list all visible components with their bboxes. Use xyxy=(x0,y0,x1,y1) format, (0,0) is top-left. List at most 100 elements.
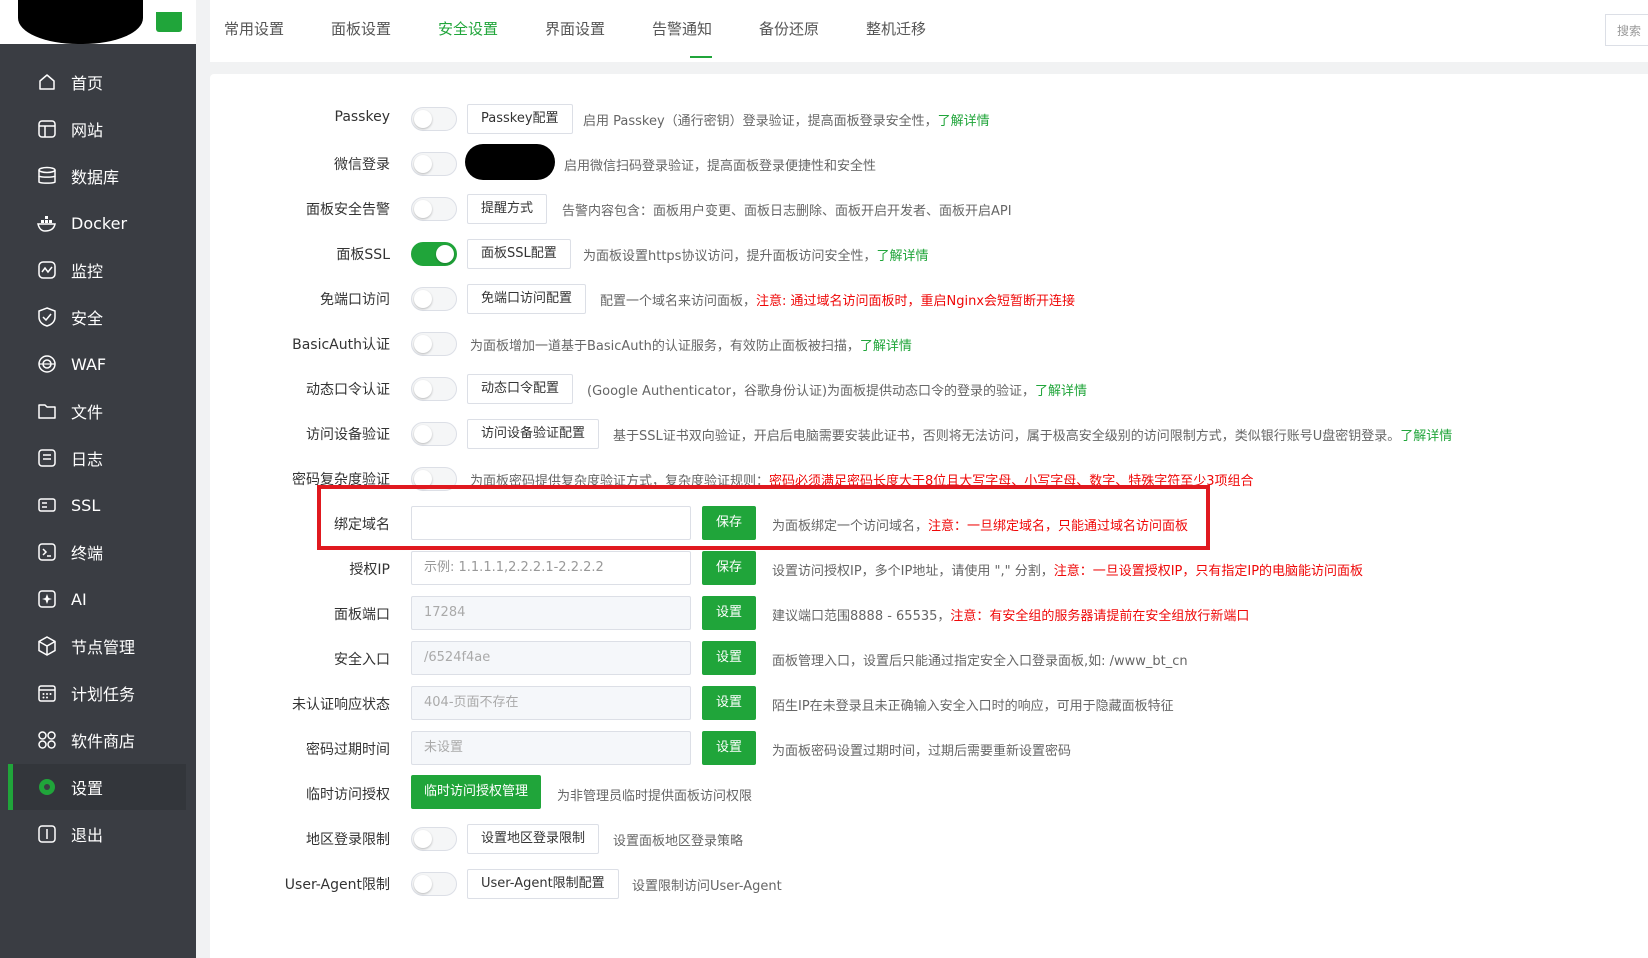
security-entry-input[interactable]: /6524f4ae xyxy=(411,641,691,675)
sidebar-item-store[interactable]: 软件商店 xyxy=(8,717,186,763)
unauth-response-label: 未认证响应状态 xyxy=(292,697,390,713)
top-bar: 常用设置 面板设置 安全设置 界面设置 告警通知 备份还原 整机迁移 搜索 xyxy=(196,0,1648,62)
security-settings-panel: Passkey Passkey配置 启用 Passkey（通行密钥）登录验证，提… xyxy=(210,74,1648,958)
port-desc-text: 建议端口范围8888 - 65535， xyxy=(772,609,951,624)
authorized-ip-description: 设置访问授权IP，多个IP地址，请使用 "," 分割，注意：一旦设置授权IP，只… xyxy=(772,560,1363,579)
sidebar-item-logout[interactable]: 退出 xyxy=(8,811,186,857)
totp-config-button[interactable]: 动态口令配置 xyxy=(467,374,574,404)
region-limit-description: 设置面板地区登录策略 xyxy=(613,834,744,849)
password-expire-input[interactable]: 未设置 xyxy=(411,731,691,765)
sidebar-item-label: 安全 xyxy=(71,309,104,328)
user-agent-limit-toggle[interactable] xyxy=(411,872,457,896)
tab-common-settings[interactable]: 常用设置 xyxy=(224,18,284,39)
home-icon xyxy=(36,71,58,93)
sidebar-item-label: WAF xyxy=(71,354,107,374)
passkey-toggle[interactable] xyxy=(411,107,457,131)
user-agent-config-button[interactable]: User-Agent限制配置 xyxy=(467,869,619,899)
device-verify-config-button[interactable]: 访问设备验证配置 xyxy=(467,419,600,449)
redacted-wechat-button[interactable] xyxy=(465,144,555,180)
panel-ssl-toggle[interactable] xyxy=(411,242,457,266)
sidebar-item-label: 日志 xyxy=(71,450,104,469)
region-limit-config-button[interactable]: 设置地区登录限制 xyxy=(467,824,600,854)
authorized-ip-save-button[interactable]: 保存 xyxy=(702,551,756,585)
sidebar-item-home[interactable]: 首页 xyxy=(8,59,186,105)
panel-ssl-config-button[interactable]: 面板SSL配置 xyxy=(467,239,571,269)
sidebar-item-terminal[interactable]: 终端 xyxy=(8,529,186,575)
passkey-learn-more-link[interactable]: 了解详情 xyxy=(938,114,990,129)
passkey-config-button[interactable]: Passkey配置 xyxy=(467,104,573,134)
totp-toggle[interactable] xyxy=(411,377,457,401)
unauth-response-input[interactable]: 404-页面不存在 xyxy=(411,686,691,720)
unauth-response-set-button[interactable]: 设置 xyxy=(702,686,756,720)
basicauth-toggle[interactable] xyxy=(411,332,457,356)
sidebar: 首页网站数据库 Docker 监控安全 WAF 文件日志 SSL 终端 AI 节点管理 计划任务软… xyxy=(0,0,196,958)
tab-backup-restore[interactable]: 备份还原 xyxy=(759,18,819,39)
sidebar-item-log[interactable]: 日志 xyxy=(8,435,186,481)
port-warning-text: 注意：有安全组的服务器请提前在安全组放行新端口 xyxy=(950,609,1250,624)
log-icon xyxy=(36,447,58,469)
basicauth-description: 为面板增加一道基于BasicAuth的认证服务，有效防止面板被扫描，了解详情 xyxy=(470,335,912,354)
sidebar-item-folder[interactable]: 文件 xyxy=(8,388,186,434)
sidebar-item-docker[interactable]: Docker xyxy=(8,200,186,246)
sidebar-item-label: 网站 xyxy=(71,121,104,140)
password-expire-label: 密码过期时间 xyxy=(306,742,390,758)
tab-ui-settings[interactable]: 界面设置 xyxy=(545,18,605,39)
active-tab-indicator xyxy=(690,56,712,58)
sidebar-item-settings[interactable]: 设置 xyxy=(8,764,186,810)
portless-access-toggle[interactable] xyxy=(411,287,457,311)
user-agent-description: 设置限制访问User-Agent xyxy=(632,879,782,894)
authorized-ip-input[interactable]: 示例: 1.1.1.1,2.2.2.1-2.2.2.2 xyxy=(411,551,691,585)
sidebar-item-calendar[interactable]: 计划任务 xyxy=(8,670,186,716)
portless-access-label: 免端口访问 xyxy=(320,292,390,308)
tab-panel-settings[interactable]: 面板设置 xyxy=(331,18,391,39)
password-expire-description: 为面板密码设置过期时间，过期后需要重新设置密码 xyxy=(772,744,1072,759)
sidebar-item-monitor[interactable]: 监控 xyxy=(8,247,186,293)
alarm-description: 告警内容包含：面板用户变更、面板日志删除、面板开启开发者、面板开启API xyxy=(562,204,1012,219)
portless-access-config-button[interactable]: 免端口访问配置 xyxy=(467,284,587,314)
password-expire-set-button[interactable]: 设置 xyxy=(702,731,756,765)
sidebar-item-website[interactable]: 网站 xyxy=(8,106,186,152)
basicauth-label: BasicAuth认证 xyxy=(292,337,390,353)
panel-port-input[interactable]: 17284 xyxy=(411,596,691,630)
sidebar-item-node[interactable]: 节点管理 xyxy=(8,623,186,669)
device-learn-more-link[interactable]: 了解详情 xyxy=(1400,429,1452,444)
sidebar-item-ai[interactable]: AI xyxy=(8,576,186,622)
sidebar-item-label: AI xyxy=(71,589,87,609)
passkey-label: Passkey xyxy=(334,109,391,125)
wechat-login-toggle[interactable] xyxy=(411,152,457,176)
wechat-description: 启用微信扫码登录验证，提高面板登录便捷性和安全性 xyxy=(564,159,877,174)
basicauth-learn-more-link[interactable]: 了解详情 xyxy=(860,339,912,354)
security-entry-set-button[interactable]: 设置 xyxy=(702,641,756,675)
sidebar-item-database[interactable]: 数据库 xyxy=(8,153,186,199)
search-input[interactable]: 搜索 xyxy=(1605,14,1648,46)
portless-description: 配置一个域名来访问面板，注意: 通过域名访问面板时，重启Nginx会短暂断开连接 xyxy=(600,290,1075,309)
tab-alert-notification[interactable]: 告警通知 xyxy=(652,18,712,39)
device-verify-toggle[interactable] xyxy=(411,422,457,446)
tab-machine-migration[interactable]: 整机迁移 xyxy=(866,18,926,39)
sidebar-item-waf[interactable]: WAF xyxy=(8,341,186,387)
highlight-annotation-box xyxy=(317,485,1210,550)
alarm-method-button[interactable]: 提醒方式 xyxy=(467,194,548,224)
database-icon xyxy=(36,165,58,187)
security-alarm-toggle[interactable] xyxy=(411,197,457,221)
region-limit-toggle[interactable] xyxy=(411,827,457,851)
redacted-logo xyxy=(18,0,143,44)
sidebar-item-ssl[interactable]: SSL xyxy=(8,482,186,528)
security-entry-description: 面板管理入口，设置后只能通过指定安全入口登录面板,如: /www_bt_cn xyxy=(772,654,1188,669)
message-badge[interactable] xyxy=(156,12,182,32)
totp-learn-more-link[interactable]: 了解详情 xyxy=(1035,384,1087,399)
sidebar-item-label: SSL xyxy=(71,495,101,515)
sidebar-item-label: 监控 xyxy=(71,262,104,281)
panel-ssl-learn-more-link[interactable]: 了解详情 xyxy=(876,249,928,264)
app-window: 首页网站数据库 Docker 监控安全 WAF 文件日志 SSL 终端 AI 节点管理 计划任务软… xyxy=(0,0,1648,958)
passkey-description: 启用 Passkey（通行密钥）登录验证，提高面板登录安全性，了解详情 xyxy=(583,110,990,129)
sidebar-item-shield[interactable]: 安全 xyxy=(8,294,186,340)
temp-access-manage-button[interactable]: 临时访问授权管理 xyxy=(411,775,541,809)
panel-port-set-button[interactable]: 设置 xyxy=(702,596,756,630)
sidebar-item-label: 设置 xyxy=(71,779,104,798)
wechat-login-label: 微信登录 xyxy=(334,157,390,173)
sidebar-item-label: 数据库 xyxy=(71,168,120,187)
device-desc-text: 基于SSL证书双向验证，开启后电脑需要安装此证书，否则将无法访问，属于极高安全级… xyxy=(613,429,1401,444)
tab-security-settings[interactable]: 安全设置 xyxy=(438,18,498,39)
sidebar-item-label: 终端 xyxy=(71,544,104,563)
